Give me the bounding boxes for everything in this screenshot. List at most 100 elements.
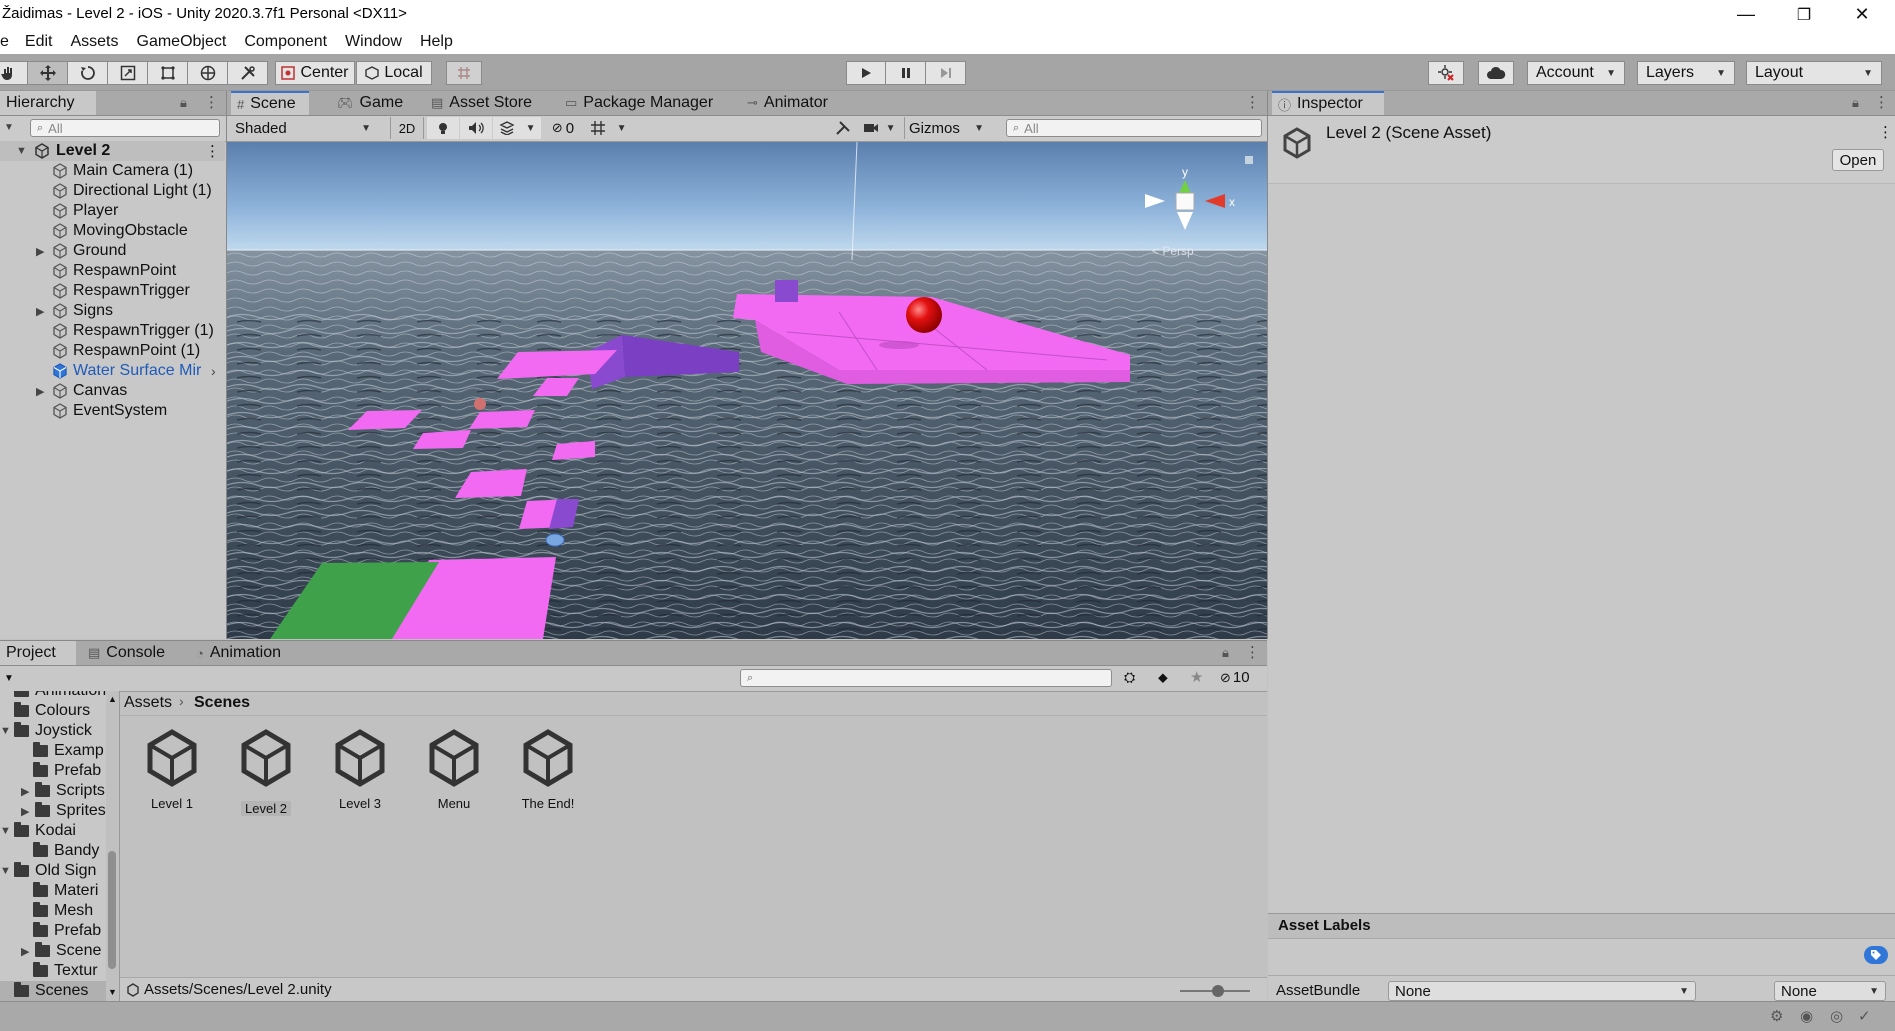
hierarchy-item[interactable]: RespawnTrigger (0, 281, 225, 301)
assetbundle-dropdown[interactable]: None ▼ (1388, 981, 1696, 1001)
hierarchy-item[interactable]: Player (0, 201, 225, 221)
folder-tree-item[interactable]: Bandy (33, 841, 99, 861)
scene-asset-item[interactable]: Level 2 (220, 726, 312, 818)
gizmo-lock-icon[interactable] (1245, 156, 1253, 164)
kebab-menu-icon[interactable]: ⋮ (1874, 93, 1889, 111)
icon-size-slider-thumb[interactable] (1211, 985, 1224, 997)
collab-button[interactable] (1428, 61, 1464, 85)
scene-asset-item[interactable]: Menu (408, 726, 500, 813)
tab-hierarchy[interactable]: Hierarchy (0, 91, 96, 115)
step-icon[interactable] (926, 61, 966, 85)
rect-tool-icon[interactable] (148, 61, 188, 85)
menu-component[interactable]: Component (235, 33, 336, 51)
hierarchy-item[interactable]: RespawnPoint (0, 261, 225, 281)
lock-icon[interactable]: 🔒︎ (1852, 95, 1859, 111)
menu-edit[interactable]: Edit (16, 33, 62, 51)
kebab-menu-icon[interactable]: ⋮ (1245, 643, 1260, 661)
pivot-rotation-button[interactable]: Local (356, 61, 432, 85)
hierarchy-item[interactable]: MovingObstacle (0, 221, 225, 241)
asset-label-tag-button[interactable] (1864, 946, 1888, 964)
scroll-down-icon[interactable]: ▼ (108, 987, 117, 997)
hierarchy-scene-row[interactable]: ▼ Level 2 ⋮ (0, 141, 225, 161)
kebab-menu-icon[interactable]: ⋮ (1878, 123, 1893, 141)
open-button[interactable]: Open (1832, 149, 1884, 171)
folder-tree-item[interactable]: Materi (33, 881, 98, 901)
folder-tree-item[interactable]: Textur (33, 961, 98, 981)
folder-tree-item[interactable]: ▶ Scripts (21, 781, 105, 801)
kebab-menu-icon[interactable]: ⋮ (1245, 93, 1260, 111)
prefab-open-chevron-icon[interactable]: › (211, 363, 216, 379)
hand-tool-icon[interactable] (0, 61, 28, 85)
cloud-button[interactable] (1478, 61, 1514, 85)
folder-tree-item[interactable]: Scenes (0, 981, 106, 1001)
scene-asset-item[interactable]: Level 1 (126, 726, 218, 813)
scene-asset-item[interactable]: Level 3 (314, 726, 406, 813)
project-search-input[interactable]: ⌕ (740, 669, 1112, 687)
folder-tree-item[interactable]: ▼ Kodai (0, 821, 76, 841)
fold-closed-icon[interactable]: ▶ (21, 785, 35, 798)
close-button[interactable]: ✕ (1833, 0, 1891, 29)
folder-tree-item[interactable]: ▶ Sprites (21, 801, 106, 821)
fold-closed-icon[interactable]: ▶ (36, 245, 44, 258)
tab-scene[interactable]: # Scene (231, 91, 309, 115)
scene-kebab-icon[interactable]: ⋮ (205, 142, 220, 160)
scroll-up-icon[interactable]: ▲ (108, 694, 117, 704)
breadcrumb-scenes[interactable]: Scenes (194, 694, 250, 712)
folder-tree-item[interactable]: Prefab (33, 761, 101, 781)
fold-closed-icon[interactable]: ▶ (36, 385, 44, 398)
fold-open-icon[interactable]: ▼ (16, 145, 27, 157)
search-by-type-icon[interactable]: ⛭ (1124, 669, 1135, 686)
audio-toggle[interactable] (460, 117, 492, 139)
kebab-menu-icon[interactable]: ⋮ (204, 93, 219, 111)
folder-tree-item[interactable]: Examp (33, 741, 104, 761)
folder-tree-item[interactable]: ▼ Joystick (0, 721, 92, 741)
lock-icon[interactable]: 🔒︎ (1222, 645, 1229, 661)
scene-search-input[interactable]: ⌕ All (1006, 119, 1262, 137)
custom-tool-icon[interactable] (228, 61, 268, 85)
folder-tree-item[interactable]: Mesh (33, 901, 93, 921)
menu-gameobject[interactable]: GameObject (128, 33, 236, 51)
restore-button[interactable]: ❐ (1775, 0, 1833, 29)
menu-file[interactable]: e (0, 33, 16, 51)
hierarchy-item[interactable]: ▶ Canvas (0, 381, 225, 401)
hierarchy-item[interactable]: Main Camera (1) (0, 161, 225, 181)
rotate-tool-icon[interactable] (68, 61, 108, 85)
layers-dropdown[interactable]: Layers ▼ (1637, 61, 1735, 85)
hub-icon[interactable]: ◎ (1830, 1007, 1843, 1025)
assetbundle-variant-dropdown[interactable]: None ▼ (1774, 981, 1886, 1001)
fold-closed-icon[interactable]: ▶ (36, 305, 44, 318)
folder-tree-item[interactable]: Prefab (33, 921, 101, 941)
hierarchy-item[interactable]: Water Surface Mir › (0, 361, 225, 381)
tools-toggle[interactable] (831, 117, 855, 139)
camera-dropdown[interactable]: ▼ (859, 117, 899, 139)
folder-tree-item[interactable]: Animation (14, 691, 106, 701)
move-tool-icon[interactable] (28, 61, 68, 85)
create-dropdown-icon[interactable]: ▼ (4, 673, 14, 684)
2d-toggle-button[interactable]: 2D (390, 117, 424, 139)
hierarchy-item[interactable]: Directional Light (1) (0, 181, 225, 201)
fold-closed-icon[interactable]: ▶ (21, 805, 35, 818)
menu-help[interactable]: Help (411, 33, 462, 51)
effects-toggle[interactable]: ▼ (493, 117, 541, 139)
create-dropdown-icon[interactable]: ▼ (4, 122, 14, 133)
grid-snap-button[interactable] (446, 61, 482, 85)
transform-tool-icon[interactable] (188, 61, 228, 85)
lock-icon[interactable]: 🔒︎ (180, 95, 187, 111)
bug-icon[interactable]: ⚙ (1770, 1007, 1783, 1025)
hierarchy-item[interactable]: RespawnTrigger (1) (0, 321, 225, 341)
fold-open-icon[interactable]: ▼ (0, 825, 14, 837)
breadcrumb-assets[interactable]: Assets (124, 694, 172, 712)
menu-window[interactable]: Window (336, 33, 411, 51)
folder-tree-item[interactable]: Colours (14, 701, 90, 721)
fold-open-icon[interactable]: ▼ (0, 725, 14, 737)
pivot-mode-button[interactable]: Center (275, 61, 355, 85)
tree-scrollbar-thumb[interactable] (108, 851, 116, 969)
status-check-icon[interactable]: ✓ (1858, 1007, 1871, 1025)
folder-tree-item[interactable]: ▼ Old Sign (0, 861, 96, 881)
hierarchy-search-input[interactable]: ⌕ All (30, 119, 220, 137)
tab-game[interactable]: 🎮︎ Game (331, 91, 409, 115)
gizmos-dropdown[interactable]: Gizmos ▼ (904, 117, 988, 139)
tab-package-manager[interactable]: ▭ Package Manager (559, 91, 719, 115)
search-by-label-icon[interactable]: ⬥ (1158, 669, 1168, 686)
hidden-objects-toggle[interactable]: ⊘ 0 (545, 117, 581, 139)
